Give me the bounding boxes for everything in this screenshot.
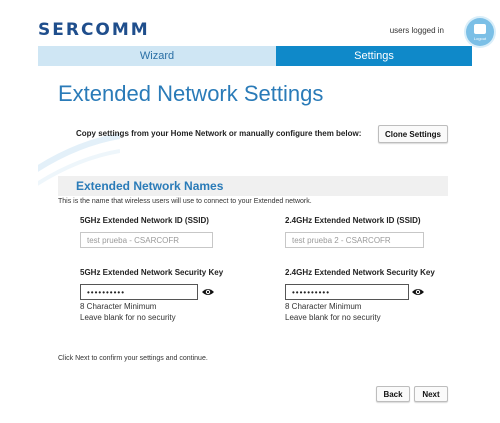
- users-logged-in-text: users logged in: [389, 26, 444, 35]
- key-5ghz-hint-blank: Leave blank for no security: [80, 313, 176, 322]
- show-password-24ghz-eye-icon[interactable]: [412, 287, 424, 297]
- key-24ghz-label: 2.4GHz Extended Network Security Key: [285, 268, 435, 277]
- section-description: This is the name that wireless users wil…: [58, 198, 312, 205]
- next-button[interactable]: Next: [414, 386, 448, 402]
- show-password-5ghz-eye-icon[interactable]: [202, 287, 214, 297]
- key-5ghz-input[interactable]: [80, 284, 198, 300]
- ssid-5ghz-label: 5GHz Extended Network ID (SSID): [80, 216, 209, 225]
- sercomm-logo: SERCOMM: [38, 20, 150, 40]
- header: SERCOMM users logged in Logout: [0, 0, 500, 46]
- tab-settings[interactable]: Settings: [276, 46, 472, 66]
- tab-wizard[interactable]: Wizard: [38, 46, 276, 66]
- key-5ghz-label: 5GHz Extended Network Security Key: [80, 268, 224, 277]
- footer-instruction: Click Next to confirm your settings and …: [58, 355, 208, 362]
- key-24ghz-input[interactable]: [285, 284, 409, 300]
- back-button[interactable]: Back: [376, 386, 410, 402]
- avatar-caption: Logout: [473, 36, 487, 41]
- section-title: Extended Network Names: [76, 179, 224, 193]
- key-24ghz-hint-min: 8 Character Minimum: [285, 302, 362, 311]
- user-avatar-button[interactable]: Logout: [466, 18, 494, 46]
- key-24ghz-hint-blank: Leave blank for no security: [285, 313, 381, 322]
- page-title: Extended Network Settings: [58, 81, 324, 106]
- user-icon: [474, 24, 486, 34]
- key-5ghz-hint-min: 8 Character Minimum: [80, 302, 157, 311]
- main-tabs: Wizard Settings: [38, 46, 472, 66]
- clone-settings-button[interactable]: Clone Settings: [378, 125, 448, 143]
- clone-instructions: Copy settings from your Home Network or …: [76, 129, 362, 138]
- ssid-24ghz-label: 2.4GHz Extended Network ID (SSID): [285, 216, 421, 225]
- ssid-24ghz-input[interactable]: [285, 232, 424, 248]
- ssid-5ghz-input[interactable]: [80, 232, 213, 248]
